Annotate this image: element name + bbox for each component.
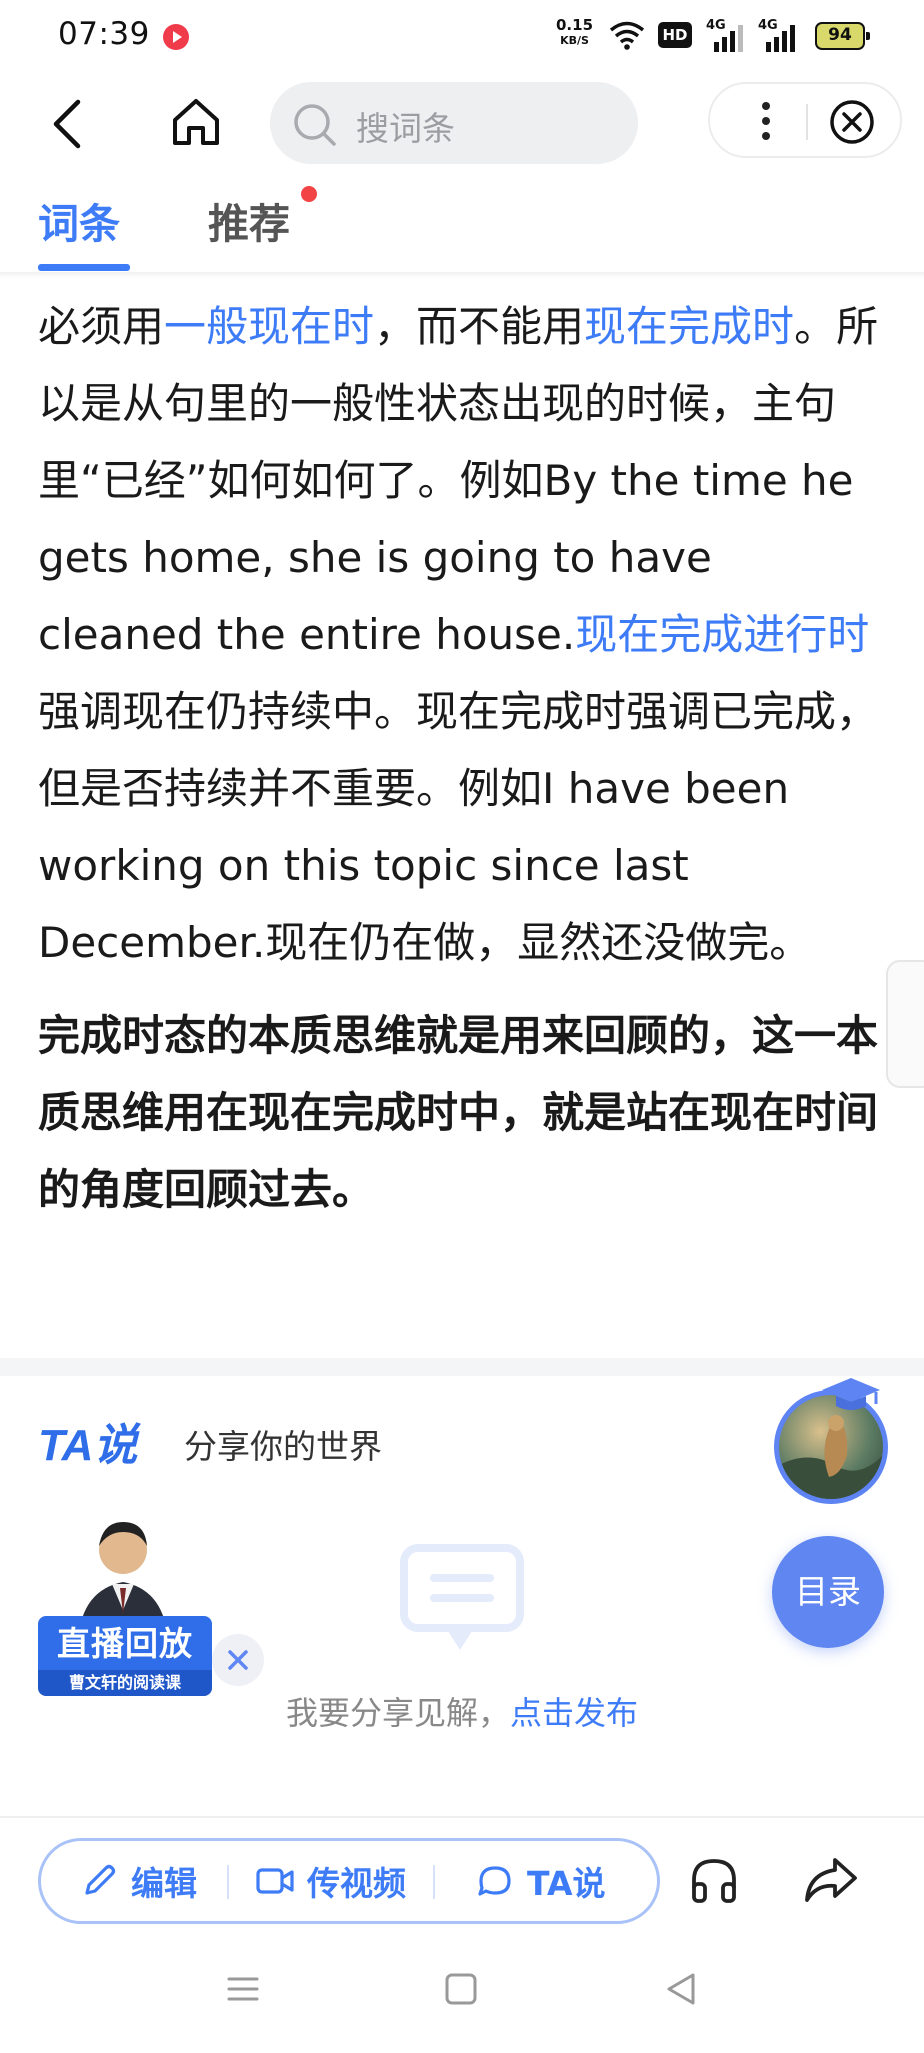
article-text: 。所以是从句里的一般性状态出现的时候，主句里“已经”如何如何了。例如By the…	[38, 302, 879, 659]
action-pill: 编辑 传视频 TA说	[38, 1838, 660, 1924]
signal-icon-2: 4G	[758, 18, 798, 52]
article-text: 强调现在仍持续中。现在完成时强调已完成，但是否持续并不重要。例如I have b…	[38, 687, 879, 967]
hd-label: HD	[662, 26, 688, 44]
active-tab-indicator	[38, 264, 130, 271]
video-camera-icon	[256, 1868, 294, 1894]
search-icon	[294, 104, 336, 146]
signal-icon-1: 4G	[706, 18, 746, 52]
notification-dot	[301, 186, 317, 202]
close-circle-icon	[830, 100, 874, 144]
network-speed: 0.15 KB/S	[556, 18, 593, 48]
pencil-icon	[85, 1864, 116, 1895]
screen-record-icon	[163, 24, 189, 50]
article-text: ，而不能用	[374, 302, 585, 351]
live-replay-banner[interactable]: 直播回放 曹文轩的阅读课	[38, 1510, 212, 1696]
mini-program-capsule	[708, 82, 902, 158]
network-speed-value: 0.15	[556, 16, 594, 34]
edit-label: 编辑	[131, 1864, 197, 1903]
capsule-divider	[806, 104, 808, 140]
more-vertical-icon	[762, 102, 770, 140]
pill-divider	[227, 1865, 229, 1899]
edit-button[interactable]: 编辑	[79, 1841, 197, 1921]
back-triangle-icon[interactable]	[664, 1972, 698, 2006]
more-button[interactable]	[748, 98, 784, 144]
action-bar-divider	[0, 1816, 924, 1818]
ta-say-button[interactable]: TA说	[475, 1841, 606, 1921]
ta-say-label: TA说	[527, 1864, 606, 1903]
chat-bubble-icon	[478, 1866, 511, 1896]
share-prompt-text: 我要分享见解，	[285, 1694, 510, 1732]
share-prompt: 我要分享见解，点击发布	[0, 1688, 924, 1734]
hd-icon: HD	[658, 22, 692, 48]
link-present-perfect-continuous[interactable]: 现在完成进行时	[575, 610, 869, 659]
pill-divider	[433, 1865, 435, 1899]
upload-video-button[interactable]: 传视频	[255, 1841, 406, 1921]
article-bold-paragraph: 完成时态的本质思维就是用来回顾的，这一本质思维用在现在完成时中，就是站在现在时间…	[38, 1011, 879, 1214]
link-present-perfect[interactable]: 现在完成时	[584, 302, 794, 351]
network-speed-unit: KB/S	[560, 34, 589, 47]
publish-link[interactable]: 点击发布	[510, 1694, 638, 1732]
section-divider	[0, 1358, 924, 1376]
search-placeholder: 搜词条	[356, 109, 455, 148]
status-bar: 07:39 0.15 KB/S HD 4G 4G 94	[0, 0, 924, 72]
table-of-contents-button[interactable]: 目录	[772, 1536, 884, 1648]
search-input[interactable]: 搜词条	[270, 82, 638, 164]
live-banner-close-button[interactable]	[212, 1634, 264, 1686]
link-simple-present[interactable]: 一般现在时	[164, 302, 374, 351]
status-time: 07:39	[58, 16, 150, 52]
ta-logo-text: TA说	[38, 1421, 141, 1468]
comment-bubble-icon	[400, 1544, 524, 1650]
side-drawer-handle[interactable]	[886, 960, 924, 1088]
home-icon	[173, 99, 219, 145]
close-button[interactable]	[828, 98, 876, 146]
tab-recommend[interactable]: 推荐	[208, 190, 290, 250]
headphones-icon	[692, 1859, 736, 1903]
tab-bar-shadow	[0, 272, 924, 278]
battery-indicator: 94	[815, 22, 870, 50]
wifi-icon	[609, 21, 645, 50]
tab-entry[interactable]: 词条	[38, 190, 120, 250]
share-arrow-icon	[805, 1858, 857, 1902]
listen-button[interactable]	[686, 1850, 742, 1910]
ta-logo: TA说	[38, 1421, 141, 1468]
app-root: 07:39 0.15 KB/S HD 4G 4G 94 搜词条 词条 推荐 必须…	[0, 0, 924, 2053]
graduation-cap-icon	[822, 1378, 880, 1410]
home-square-icon[interactable]	[444, 1972, 478, 2006]
live-replay-label: 直播回放	[38, 1616, 212, 1672]
upload-video-label: 传视频	[307, 1864, 406, 1903]
chevron-left-icon	[53, 99, 81, 149]
article-text: 必须用	[38, 302, 165, 351]
article-content: 必须用一般现在时，而不能用现在完成时。所以是从句里的一般性状态出现的时候，主句里…	[38, 288, 888, 1228]
article-paragraph: 必须用一般现在时，而不能用现在完成时。所以是从句里的一般性状态出现的时候，主句里…	[38, 288, 888, 981]
share-button[interactable]	[800, 1850, 862, 1910]
back-button[interactable]	[42, 94, 92, 154]
home-button[interactable]	[168, 92, 224, 152]
ta-slogan: 分享你的世界	[184, 1427, 382, 1466]
close-icon	[228, 1650, 248, 1670]
menu-icon[interactable]	[226, 1972, 260, 2006]
